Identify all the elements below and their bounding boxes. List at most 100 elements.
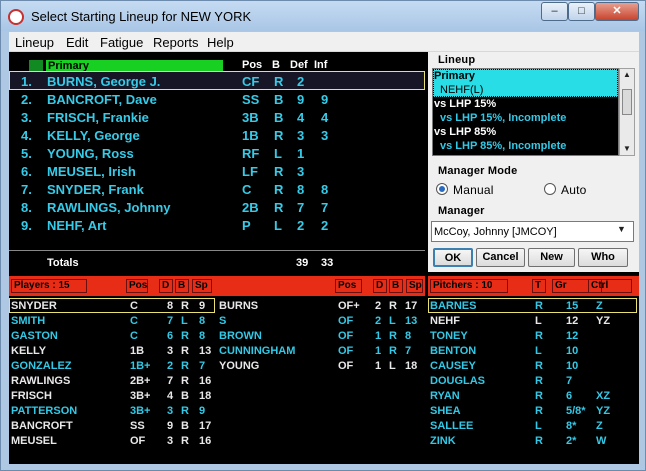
pitchers-title[interactable]: Pitchers : 10	[430, 279, 508, 293]
players-panel: Players : 15 Pos D B Sp Pos D B Sp SNYDE…	[9, 276, 425, 464]
pitcher-row[interactable]: BARNES R 15 Z	[428, 299, 639, 314]
player-sp: 13	[199, 345, 212, 357]
players-b-header-2[interactable]: B	[389, 279, 403, 293]
auto-radio[interactable]	[544, 183, 556, 195]
lineup-row[interactable]: 4. KELLY, George 1B R 3 3	[9, 126, 425, 144]
maximize-button[interactable]: □	[568, 2, 595, 21]
lineup-row-bats: R	[274, 182, 284, 197]
players-b-header[interactable]: B	[175, 279, 189, 293]
lineup-list[interactable]: Primary NEHF(L) vs LHP 15% vs LHP 15%, Inco…	[432, 68, 619, 156]
pitcher-control: Z	[596, 420, 603, 432]
lineup-row-name: BANCROFT, Dave	[47, 92, 157, 107]
lineup-row-number: 4.	[21, 128, 32, 143]
lineup-row-bats: R	[274, 200, 284, 215]
close-button[interactable]: ✕	[595, 2, 639, 21]
players-d-header[interactable]: D	[159, 279, 173, 293]
title-bar[interactable]: Select Starting Lineup for NEW YORK – □ …	[1, 1, 645, 31]
menu-lineup[interactable]: Lineup	[15, 35, 54, 50]
lineup-row-def: 7	[297, 200, 305, 215]
lineup-row-def: 3	[297, 164, 305, 179]
lineup-list-item[interactable]: vs LHP 85%, Incomplete	[440, 140, 566, 152]
scroll-thumb[interactable]	[622, 89, 632, 115]
pitcher-row[interactable]: BENTON L 10	[428, 344, 639, 359]
lineup-row-bats: L	[274, 146, 282, 161]
manager-select[interactable]: McCoy, Johnny [JMCOY]	[431, 221, 634, 242]
pitcher-row[interactable]: SALLEE L 8* Z	[428, 419, 639, 434]
pitcher-row[interactable]: CAUSEY R 10	[428, 359, 639, 374]
minimize-button[interactable]: –	[541, 2, 568, 21]
new-button[interactable]: New	[528, 248, 575, 267]
pitcher-control: Z	[596, 300, 603, 312]
manual-radio[interactable]	[436, 183, 448, 195]
pitcher-row[interactable]: ZINK R 2* W	[428, 434, 639, 449]
ok-button[interactable]: OK	[433, 248, 473, 267]
lineup-row[interactable]: 1. BURNS, George J. CF R 2	[9, 72, 425, 90]
lineup-row-bats: B	[274, 92, 284, 107]
lineup-row-inf: 8	[321, 182, 329, 197]
pitchers-ctrl-header[interactable]: Ctrl	[588, 279, 632, 293]
pitcher-grade: 8*	[566, 420, 577, 432]
player-sp: 16	[199, 375, 212, 387]
lineup-row[interactable]: 7. SNYDER, Frank C R 8 8	[9, 180, 425, 198]
pitcher-grade: 7	[566, 375, 573, 387]
chevron-down-icon[interactable]: ▼	[617, 224, 626, 234]
player-sp: 17	[199, 420, 212, 432]
who-button[interactable]: Who	[578, 248, 628, 267]
lineup-row[interactable]: 6. MEUSEL, Irish LF R 3	[9, 162, 425, 180]
pitcher-row[interactable]: SHEA R 5/8* YZ	[428, 404, 639, 419]
lineup-row-pos: RF	[242, 146, 260, 161]
players-d-header-2[interactable]: D	[373, 279, 387, 293]
totals-label: Totals	[47, 257, 79, 269]
lineup-row-bats: R	[274, 74, 284, 89]
player-d: 1	[375, 360, 382, 372]
scroll-up-icon[interactable]: ▲	[623, 70, 631, 79]
players-sp-header-2[interactable]: Sp	[406, 279, 423, 293]
lineup-row-name: YOUNG, Ross	[47, 146, 134, 161]
pitcher-row[interactable]: DOUGLAS R 7	[428, 374, 639, 389]
auto-radio-label[interactable]: Auto	[561, 183, 587, 197]
menu-help[interactable]: Help	[207, 35, 234, 50]
pitcher-row[interactable]: RYAN R 6 XZ	[428, 389, 639, 404]
pitcher-throws: L	[535, 345, 542, 357]
players-title[interactable]: Players : 15	[11, 279, 87, 293]
lineup-row[interactable]: 9. NEHF, Art P L 2 2	[9, 216, 425, 234]
lineup-row-inf: 3	[321, 128, 329, 143]
lineup-row-bats: L	[274, 218, 282, 233]
lineup-row-bats: B	[274, 110, 284, 125]
side-panel: Lineup Primary NEHF(L) vs LHP 15% vs LHP 15…	[428, 52, 639, 272]
manual-radio-label[interactable]: Manual	[453, 183, 494, 197]
manager-label: Manager	[438, 205, 485, 217]
menu-fatigue[interactable]: Fatigue	[100, 35, 143, 50]
pitcher-throws: R	[535, 330, 543, 342]
player-pos: C	[130, 315, 138, 327]
player-name: RAWLINGS	[11, 375, 71, 387]
players-sp-header[interactable]: Sp	[192, 279, 212, 293]
lineup-list-item[interactable]: NEHF(L)	[440, 84, 483, 96]
lineup-list-item[interactable]: vs LHP 15%, Incomplete	[440, 112, 566, 124]
player-sp: 18	[405, 360, 418, 372]
lineup-row[interactable]: 8. RAWLINGS, Johnny 2B R 7 7	[9, 198, 425, 216]
player-b: R	[181, 375, 189, 387]
lineup-list-scrollbar[interactable]: ▲ ▼	[619, 68, 635, 156]
lineup-row[interactable]: 3. FRISCH, Frankie 3B B 4 4	[9, 108, 425, 126]
pitcher-row[interactable]: NEHF L 12 YZ	[428, 314, 639, 329]
main-window: Select Starting Lineup for NEW YORK – □ …	[0, 0, 646, 471]
lineup-row[interactable]: 5. YOUNG, Ross RF L 1	[9, 144, 425, 162]
pitcher-row[interactable]: TONEY R 12	[428, 329, 639, 344]
pitchers-t-header[interactable]: T	[532, 279, 546, 293]
lineup-row-pos: C	[242, 182, 252, 197]
menu-reports[interactable]: Reports	[153, 35, 199, 50]
cancel-button[interactable]: Cancel	[476, 248, 525, 267]
scroll-down-icon[interactable]: ▼	[623, 144, 631, 153]
lineup-list-item[interactable]: Primary	[434, 70, 475, 82]
lineup-row[interactable]: 2. BANCROFT, Dave SS B 9 9	[9, 90, 425, 108]
players-pos-header[interactable]: Pos	[126, 279, 148, 293]
lineup-list-item[interactable]: vs LHP 85%	[434, 126, 496, 138]
player-b: R	[389, 345, 397, 357]
menu-edit[interactable]: Edit	[66, 35, 88, 50]
lineup-row-bats: R	[274, 164, 284, 179]
pitchers-header-bar: Pitchers : 10 T Gr Ctrl	[428, 276, 639, 296]
lineup-list-item[interactable]: vs LHP 15%	[434, 98, 496, 110]
totals-divider	[9, 250, 425, 251]
players-pos-header-2[interactable]: Pos	[335, 279, 362, 293]
